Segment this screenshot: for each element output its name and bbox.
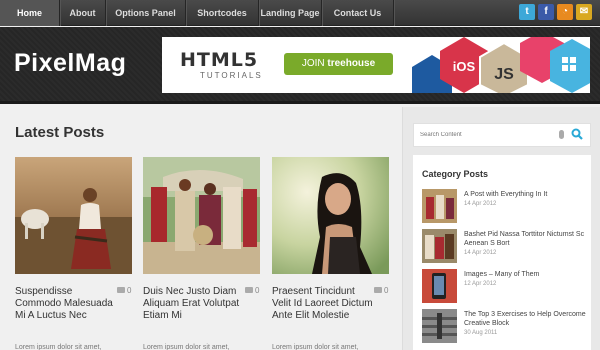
banner-button-brand: treehouse	[327, 58, 376, 69]
category-posts-heading: Category Posts	[422, 169, 489, 179]
mail-icon[interactable]: ✉	[576, 4, 592, 20]
list-item[interactable]: A Post with Everything In It 14 Apr 2012	[422, 189, 592, 225]
category-post-title[interactable]: A Post with Everything In It	[464, 190, 589, 199]
search-icon[interactable]	[571, 128, 583, 140]
search-input[interactable]	[414, 124, 554, 146]
comment-count-value: 0	[127, 286, 132, 295]
sidebar: Category Posts A Post with Everything In…	[402, 107, 600, 350]
category-post-date: 14 Apr 2012	[464, 250, 497, 256]
category-post-thumbnail[interactable]	[422, 309, 457, 343]
category-post-date: 12 Apr 2012	[464, 281, 497, 287]
post-title[interactable]: Duis Nec Justo Diam Aliquam Erat Volutpa…	[143, 286, 245, 322]
comment-count[interactable]: 0	[245, 286, 259, 295]
nav-landing-page[interactable]: Landing Page	[259, 0, 322, 26]
post-excerpt: Lorem ipsum dolor sit amet,	[15, 344, 102, 350]
post-excerpt: Lorem ipsum dolor sit amet, consectetur …	[143, 344, 230, 350]
facebook-icon[interactable]: f	[538, 4, 554, 20]
post-thumbnail[interactable]	[143, 157, 260, 274]
site-header: PixelMag HTML5 TUTORIALS JOIN treehouse …	[0, 27, 600, 104]
ad-banner[interactable]: HTML5 TUTORIALS JOIN treehouse iOS JS	[162, 37, 590, 93]
comment-icon	[374, 287, 382, 293]
microphone-icon[interactable]	[559, 130, 564, 139]
comment-icon	[245, 287, 253, 293]
comment-count[interactable]: 0	[374, 286, 388, 295]
comment-count[interactable]: 0	[117, 286, 131, 295]
nav-about[interactable]: About	[60, 0, 106, 26]
post-card[interactable]: Duis Nec Justo Diam Aliquam Erat Volutpa…	[143, 157, 260, 350]
category-posts-widget: Category Posts A Post with Everything In…	[413, 155, 591, 350]
post-card[interactable]: Praesent Tincidunt Velit Id Laoreet Dict…	[272, 157, 389, 350]
category-post-date: 30 Aug 2011	[464, 330, 498, 336]
post-title[interactable]: Suspendisse Commodo Malesuada Mi A Luctu…	[15, 286, 117, 322]
comment-count-value: 0	[384, 286, 389, 295]
post-title[interactable]: Praesent Tincidunt Velit Id Laoreet Dict…	[272, 286, 374, 322]
nav-shortcodes[interactable]: Shortcodes	[186, 0, 259, 26]
category-post-thumbnail[interactable]	[422, 229, 457, 263]
category-post-date: 14 Apr 2012	[464, 201, 497, 207]
nav-contact-us[interactable]: Contact Us	[322, 0, 394, 26]
list-item[interactable]: Images – Many of Them 12 Apr 2012	[422, 269, 592, 305]
category-post-thumbnail[interactable]	[422, 269, 457, 303]
list-item[interactable]: Bashet Pid Nassa Torttitor Nictumst Sc A…	[422, 229, 592, 265]
site-logo[interactable]: PixelMag	[14, 49, 126, 78]
latest-posts-heading: Latest Posts	[15, 124, 105, 141]
search-box[interactable]	[413, 123, 591, 147]
category-post-title[interactable]: The Top 3 Exercises to Help Overcome Cre…	[464, 310, 589, 328]
banner-button-prefix: JOIN	[301, 58, 325, 69]
post-excerpt: Lorem ipsum dolor sit amet,	[272, 344, 359, 350]
banner-subtitle: TUTORIALS	[200, 71, 263, 80]
rss-icon[interactable]: ◔	[557, 4, 573, 20]
hex-label-ios: iOS	[453, 59, 476, 74]
post-card[interactable]: Suspendisse Commodo Malesuada Mi A Luctu…	[15, 157, 132, 350]
banner-hexagon-graphic: iOS JS	[412, 37, 590, 93]
category-post-title[interactable]: Bashet Pid Nassa Torttitor Nictumst Sc A…	[464, 230, 589, 248]
top-navigation: Home About Options Panel Shortcodes Land…	[0, 0, 600, 26]
hex-label-js: JS	[494, 66, 514, 83]
category-post-thumbnail[interactable]	[422, 189, 457, 223]
post-thumbnail[interactable]	[272, 157, 389, 274]
nav-options-panel[interactable]: Options Panel	[106, 0, 186, 26]
twitter-icon[interactable]: t	[519, 4, 535, 20]
banner-join-button[interactable]: JOIN treehouse	[284, 53, 393, 75]
list-item[interactable]: The Top 3 Exercises to Help Overcome Cre…	[422, 309, 592, 345]
post-thumbnail[interactable]	[15, 157, 132, 274]
category-post-title[interactable]: Images – Many of Them	[464, 270, 589, 279]
nav-home[interactable]: Home	[0, 0, 60, 26]
comment-icon	[117, 287, 125, 293]
comment-count-value: 0	[255, 286, 260, 295]
banner-title: HTML5	[180, 49, 259, 71]
